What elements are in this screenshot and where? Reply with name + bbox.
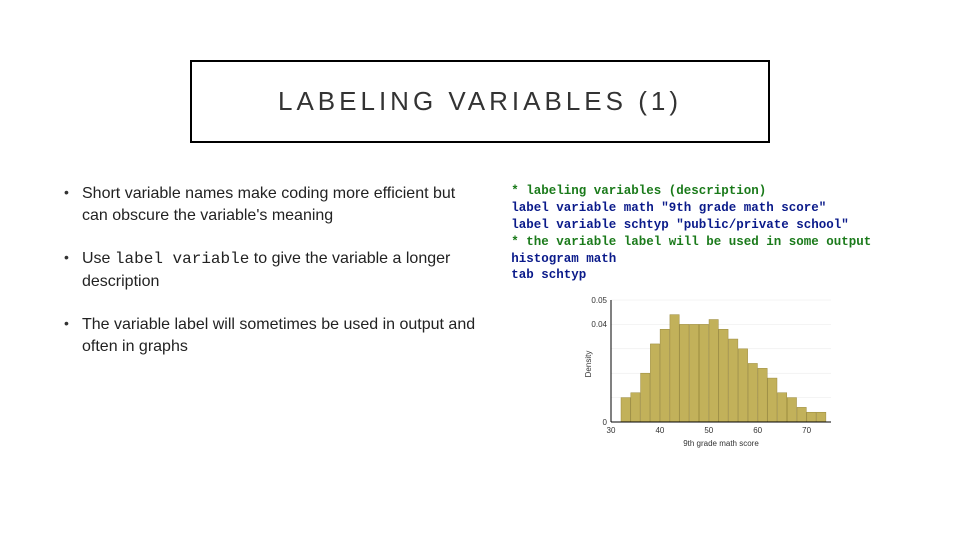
slide-title: LABELING VARIABLES (1) — [190, 60, 770, 143]
x-axis-label: 9th grade math score — [683, 439, 759, 448]
svg-text:0.05: 0.05 — [592, 296, 608, 305]
svg-text:60: 60 — [753, 426, 762, 435]
code-line: label variable schtyp "public/private sc… — [511, 218, 849, 232]
bullet-item: Use label variable to give the variable … — [60, 248, 481, 292]
inline-code: label variable — [115, 250, 249, 268]
y-ticks: 0 0.04 0.05 — [592, 296, 608, 427]
bullet-item: Short variable names make coding more ef… — [60, 183, 481, 226]
right-column: * labeling variables (description) label… — [511, 183, 900, 452]
bullet-item: The variable label will sometimes be use… — [60, 314, 481, 357]
code-comment: * the variable label will be used in som… — [511, 235, 871, 249]
svg-text:70: 70 — [802, 426, 811, 435]
svg-text:30: 30 — [607, 426, 616, 435]
y-axis-label: Density — [584, 351, 593, 378]
bullet-list: Short variable names make coding more ef… — [60, 183, 481, 358]
columns: Short variable names make coding more ef… — [60, 183, 900, 452]
left-column: Short variable names make coding more ef… — [60, 183, 481, 452]
code-comment: * labeling variables (description) — [511, 184, 766, 198]
bullet-text: Use — [82, 250, 115, 267]
code-line: histogram math — [511, 252, 616, 266]
code-line: tab schtyp — [511, 268, 586, 282]
code-block: * labeling variables (description) label… — [511, 183, 900, 284]
slide: LABELING VARIABLES (1) Short variable na… — [0, 0, 960, 540]
svg-text:0: 0 — [603, 418, 608, 427]
code-line: label variable math "9th grade math scor… — [511, 201, 826, 215]
svg-text:0.04: 0.04 — [592, 320, 608, 329]
x-ticks: 30 40 50 60 70 — [607, 426, 812, 435]
histogram-svg: 30 40 50 60 70 0 0.04 0.05 9th grade mat… — [581, 292, 841, 452]
svg-text:40: 40 — [656, 426, 665, 435]
svg-text:50: 50 — [705, 426, 714, 435]
histogram-chart: 30 40 50 60 70 0 0.04 0.05 9th grade mat… — [581, 292, 841, 452]
